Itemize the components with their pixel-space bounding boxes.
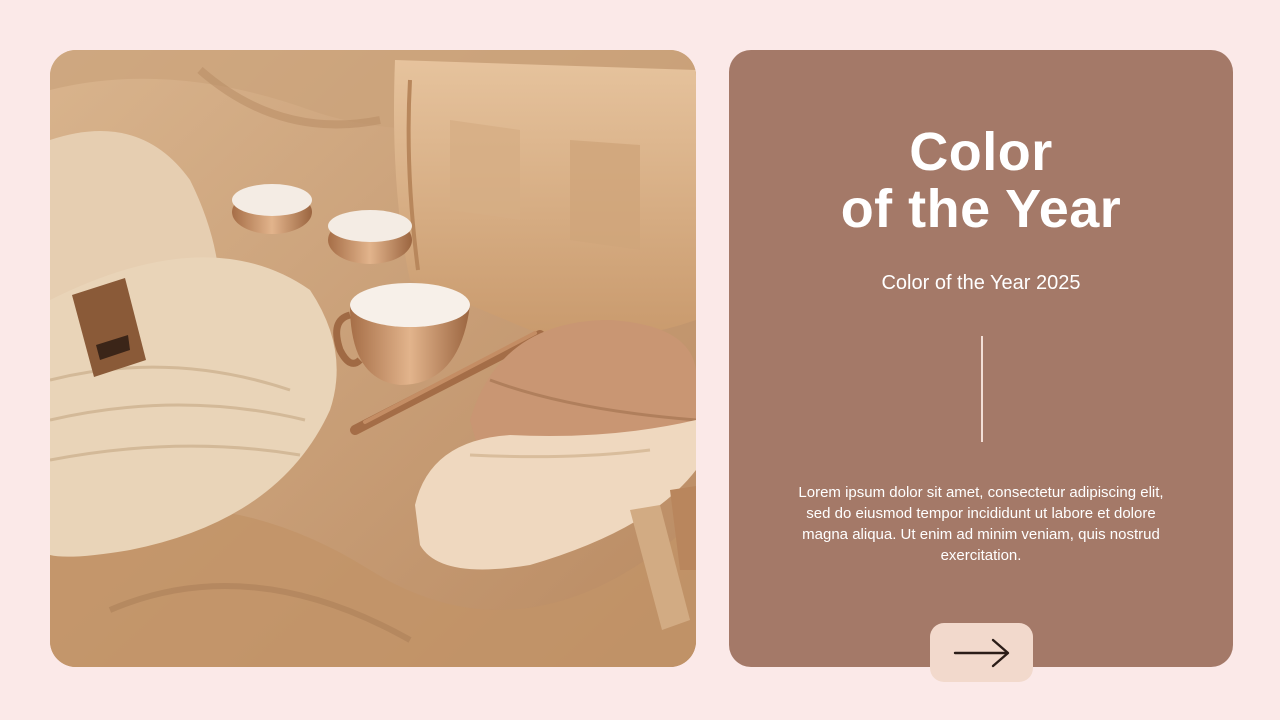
body-paragraph: Lorem ipsum dolor sit amet, consectetur …	[798, 484, 1164, 564]
title-line-1: Color	[909, 122, 1053, 182]
subtitle: Color of the Year 2025	[881, 272, 1081, 294]
vertical-divider	[981, 336, 983, 442]
arrow-right-icon	[953, 638, 1009, 667]
hero-photo	[50, 50, 696, 667]
title-line-2: of the Year	[840, 179, 1122, 239]
next-button[interactable]	[930, 623, 1033, 682]
page-title: Color of the Year	[729, 124, 1233, 238]
info-card: Color of the Year Color of the Year 2025…	[729, 50, 1233, 682]
slide: Color of the Year Color of the Year 2025…	[0, 0, 1280, 720]
